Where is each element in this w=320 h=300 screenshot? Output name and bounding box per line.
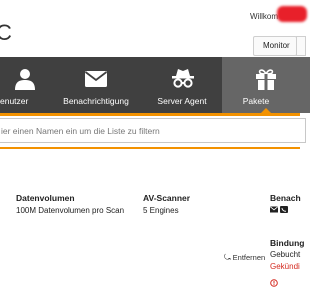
monitor-button-secondary[interactable] [296,36,306,56]
notification-icons [270,206,288,213]
nav-item-users[interactable]: enutzer [0,57,50,113]
nav-label: Benachrichtigung [63,96,129,106]
brand-logo: C [0,20,12,45]
main-navbar: enutzer Benachrichtigung Server Agent Pa… [0,57,310,114]
phone-icon [279,206,288,213]
monitor-button[interactable]: Monitor [253,36,297,56]
redacted-username [277,6,307,22]
nav-label: Pakete [242,96,270,106]
binding-header: Bindung [270,238,305,248]
alert-icon [270,274,278,292]
volume-header: Datenvolumen [16,193,75,203]
user-icon [13,67,37,91]
volume-value: 100M Datenvolumen pro Scan [16,206,125,215]
agent-icon [170,67,194,91]
nav-label: Server Agent [157,96,207,106]
accent-bar [0,113,300,116]
binding-value: Gebucht [270,250,301,259]
envelope-icon [270,206,280,213]
envelope-icon [84,67,108,91]
filter-input[interactable] [0,119,305,142]
remove-icon: ⤿ [224,253,231,262]
nav-label: enutzer [0,96,29,106]
gift-icon [254,67,278,91]
accent-line [0,147,300,149]
filter-field[interactable] [0,118,306,143]
notification-header: Benach [270,193,301,203]
nav-item-packages[interactable]: Pakete [222,57,310,114]
scanner-value: 5 Engines [143,206,179,215]
welcome-text: Willkom [250,12,278,21]
remove-label: Entfernen [232,253,266,262]
remove-button[interactable]: ⤿ Entfernen [224,253,265,263]
scanner-header: AV-Scanner [143,193,191,203]
nav-item-notifications[interactable]: Benachrichtigung [50,57,142,113]
binding-status: Gekündi [270,262,300,271]
nav-item-server-agent[interactable]: Server Agent [142,57,222,113]
